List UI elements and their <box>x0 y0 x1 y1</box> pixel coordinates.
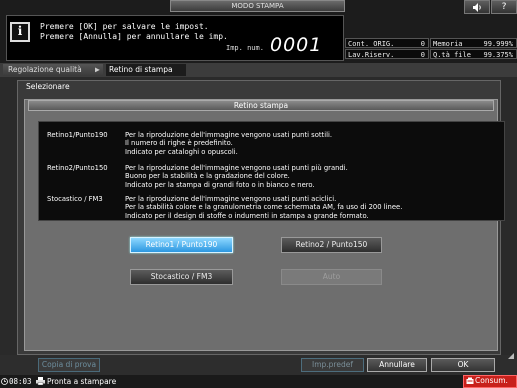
retino1-punto190-button[interactable]: Retino1 / Punto190 <box>130 237 233 253</box>
cont-orig-value: 0 <box>420 40 425 48</box>
qta-file-label: Q.tà file <box>433 51 471 59</box>
desc-line: Il numero di righe è predefinito. <box>125 139 233 148</box>
annullare-button[interactable]: Annullare <box>367 358 427 372</box>
lav-riserv-value: 0 <box>420 51 425 59</box>
description-box: Retino1/Punto190 Per la riproduzione del… <box>38 121 505 221</box>
info-icon: i <box>10 22 30 42</box>
mode-title: MODO STAMPA <box>170 0 345 12</box>
memoria-label: Memoria <box>433 40 463 48</box>
copia-di-prova-button: Copia di prova <box>38 358 100 372</box>
cont-orig-cell: Cont. ORIG. 0 <box>345 38 429 48</box>
imp-num-value: 0001 <box>270 34 323 56</box>
clock-icon <box>1 378 8 385</box>
panel-title: Retino stampa <box>28 100 494 111</box>
desc-line: Buono per la stabilità e la gradazione d… <box>125 172 290 181</box>
message-line-1: Premere [OK] per salvare le impost. <box>40 22 209 31</box>
imp-num-label: Imp. num. <box>226 44 264 52</box>
breadcrumb-retino-di-stampa: Retino di stampa <box>106 64 186 76</box>
toner-icon <box>466 377 474 384</box>
desc-text-retino1: Per la riproduzione dell'immagine vengon… <box>125 131 332 156</box>
desc-text-retino2: Per la riproduzione dell'immagine vengon… <box>125 164 348 189</box>
memoria-value: 99.999% <box>483 40 513 48</box>
breadcrumb-regolazione-qualita[interactable]: Regolazione qualità <box>3 64 103 76</box>
auto-button: Auto <box>281 269 382 285</box>
status-text: Pronta a stampare <box>47 377 117 386</box>
consumables-label: Consum. <box>475 376 508 385</box>
status-time: 08:03 <box>9 377 32 386</box>
corner-marker-icon <box>508 353 514 359</box>
section-label: Selezionare <box>26 82 70 91</box>
lav-riserv-cell: Lav.Riserv. 0 <box>345 49 429 59</box>
counter-panel: Cont. ORIG. 0 Memoria 99.999% Lav.Riserv… <box>345 37 517 61</box>
speaker-icon <box>472 3 481 12</box>
desc-text-stocastico: Per la riproduzione dell'immagine vengon… <box>125 195 402 220</box>
stocastico-fm3-button[interactable]: Stocastico / FM3 <box>130 269 233 285</box>
printer-icon <box>36 377 45 385</box>
desc-name-stocastico: Stocastico / FM3 <box>47 195 103 203</box>
desc-line: Per la riproduzione dell'immagine vengon… <box>125 164 348 172</box>
qta-file-value: 99.375% <box>483 51 513 59</box>
breadcrumb-arrow-icon: ▶ <box>95 65 100 74</box>
cont-orig-label: Cont. ORIG. <box>348 40 395 48</box>
desc-name-retino2: Retino2/Punto150 <box>47 164 108 172</box>
help-icon: ? <box>501 2 507 12</box>
desc-line: Indicato per il design di stoffe o indum… <box>125 211 369 220</box>
ok-button[interactable]: OK <box>431 358 495 372</box>
retino2-punto150-button[interactable]: Retino2 / Punto150 <box>281 237 382 253</box>
desc-line: Indicato per cataloghi o opuscoli. <box>125 147 238 156</box>
message-line-2: Premere [Annulla] per annullare le imp. <box>40 32 228 41</box>
lav-riserv-label: Lav.Riserv. <box>348 51 395 59</box>
desc-line: Per la riproduzione dell'immagine vengon… <box>125 131 333 139</box>
help-button[interactable]: ? <box>491 0 517 14</box>
desc-name-retino1: Retino1/Punto190 <box>47 131 108 139</box>
qta-file-cell: Q.tà file 99.375% <box>430 49 517 59</box>
memoria-cell: Memoria 99.999% <box>430 38 517 48</box>
desc-line: Per la stabilità colore e la granulometr… <box>125 203 403 212</box>
desc-line: Per la riproduzione dell'immagine vengon… <box>125 195 337 203</box>
imp-predef-button: Imp.predef <box>301 358 364 372</box>
speaker-button[interactable] <box>464 0 490 14</box>
desc-line: Indicato per la stampa di grandi foto o … <box>125 180 315 189</box>
